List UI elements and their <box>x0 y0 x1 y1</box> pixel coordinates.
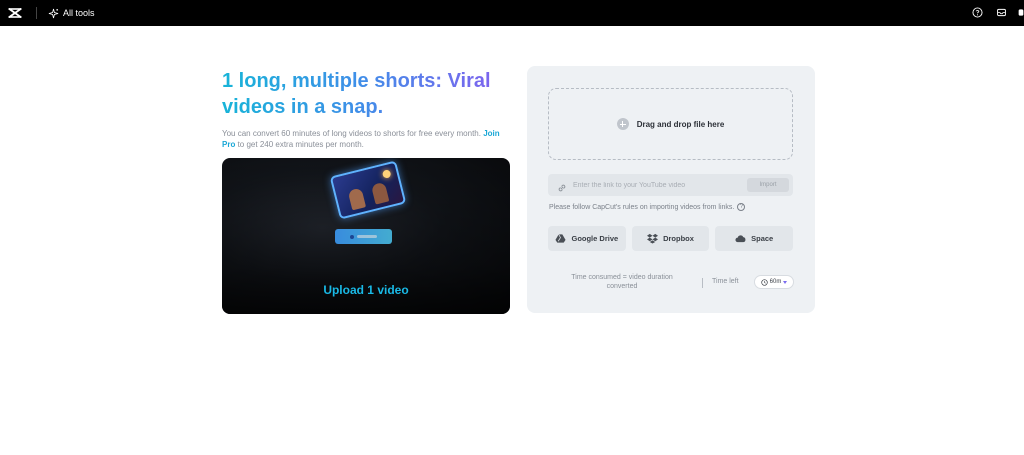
cloud-sources: Google Drive Dropbox Space <box>548 226 794 251</box>
preview-caption: Upload 1 video <box>323 283 409 297</box>
thumbnail-light <box>381 169 392 179</box>
page-title: 1 long, multiple shorts: Viral videos in… <box>222 68 522 120</box>
space-label: Space <box>751 234 774 243</box>
chevron-down-icon <box>783 280 788 284</box>
time-left-value: 60m <box>769 279 782 285</box>
subtext-prefix: You can convert 60 minutes of long video… <box>222 129 481 138</box>
dropbox-label: Dropbox <box>663 234 694 243</box>
top-bar: All tools <box>0 0 1024 26</box>
upload-panel: Drag and drop file here Import Please fo… <box>527 66 815 313</box>
dropbox-icon <box>647 233 659 244</box>
preview-button-bar <box>357 235 377 238</box>
time-consumed-note: Time consumed = video duration converted <box>571 274 673 290</box>
google-drive-button[interactable]: Google Drive <box>548 226 626 251</box>
space-button[interactable]: Space <box>715 226 794 251</box>
dropzone-label: Drag and drop file here <box>636 119 725 129</box>
plus-circle-icon <box>616 118 629 130</box>
google-drive-icon <box>555 234 567 243</box>
thumbnail-figure <box>347 187 367 211</box>
all-tools-button[interactable]: All tools <box>48 5 95 21</box>
all-tools-label: All tools <box>63 8 95 18</box>
sparkle-icon <box>48 8 59 19</box>
dropbox-button[interactable]: Dropbox <box>631 226 710 251</box>
subtext-suffix: to get 240 extra minutes per month. <box>237 140 364 149</box>
youtube-link-input[interactable] <box>573 181 733 189</box>
thumbnail-figure <box>370 181 390 205</box>
preview-upload-button <box>335 229 392 244</box>
topbar-divider <box>36 7 37 19</box>
link-icon <box>557 180 567 192</box>
time-usage-footer: Time consumed = video duration converted… <box>548 273 794 295</box>
help-icon[interactable]: ? <box>737 203 746 211</box>
google-drive-label: Google Drive <box>571 234 619 243</box>
link-import-row: Import <box>548 174 793 196</box>
capcut-logo-icon[interactable] <box>6 4 24 22</box>
help-circle-icon[interactable] <box>970 5 984 19</box>
profile-icon[interactable] <box>1018 5 1024 19</box>
time-left-label: Time left <box>712 278 739 285</box>
file-dropzone[interactable]: Drag and drop file here <box>548 88 793 160</box>
clock-icon <box>761 278 768 286</box>
inbox-icon[interactable] <box>994 5 1008 19</box>
preview-button-dot <box>350 234 354 239</box>
time-left-dropdown[interactable]: 60m <box>754 275 794 289</box>
footer-divider <box>702 278 703 288</box>
import-rules-note: Please follow CapCut's rules on importin… <box>549 203 746 211</box>
rules-text: Please follow CapCut's rules on importin… <box>549 203 735 211</box>
import-button[interactable]: Import <box>747 178 789 192</box>
topbar-actions <box>970 5 1024 19</box>
cloud-icon <box>735 235 746 243</box>
hero-description: You can convert 60 minutes of long video… <box>222 128 512 150</box>
preview-video: Upload 1 video <box>222 158 510 314</box>
